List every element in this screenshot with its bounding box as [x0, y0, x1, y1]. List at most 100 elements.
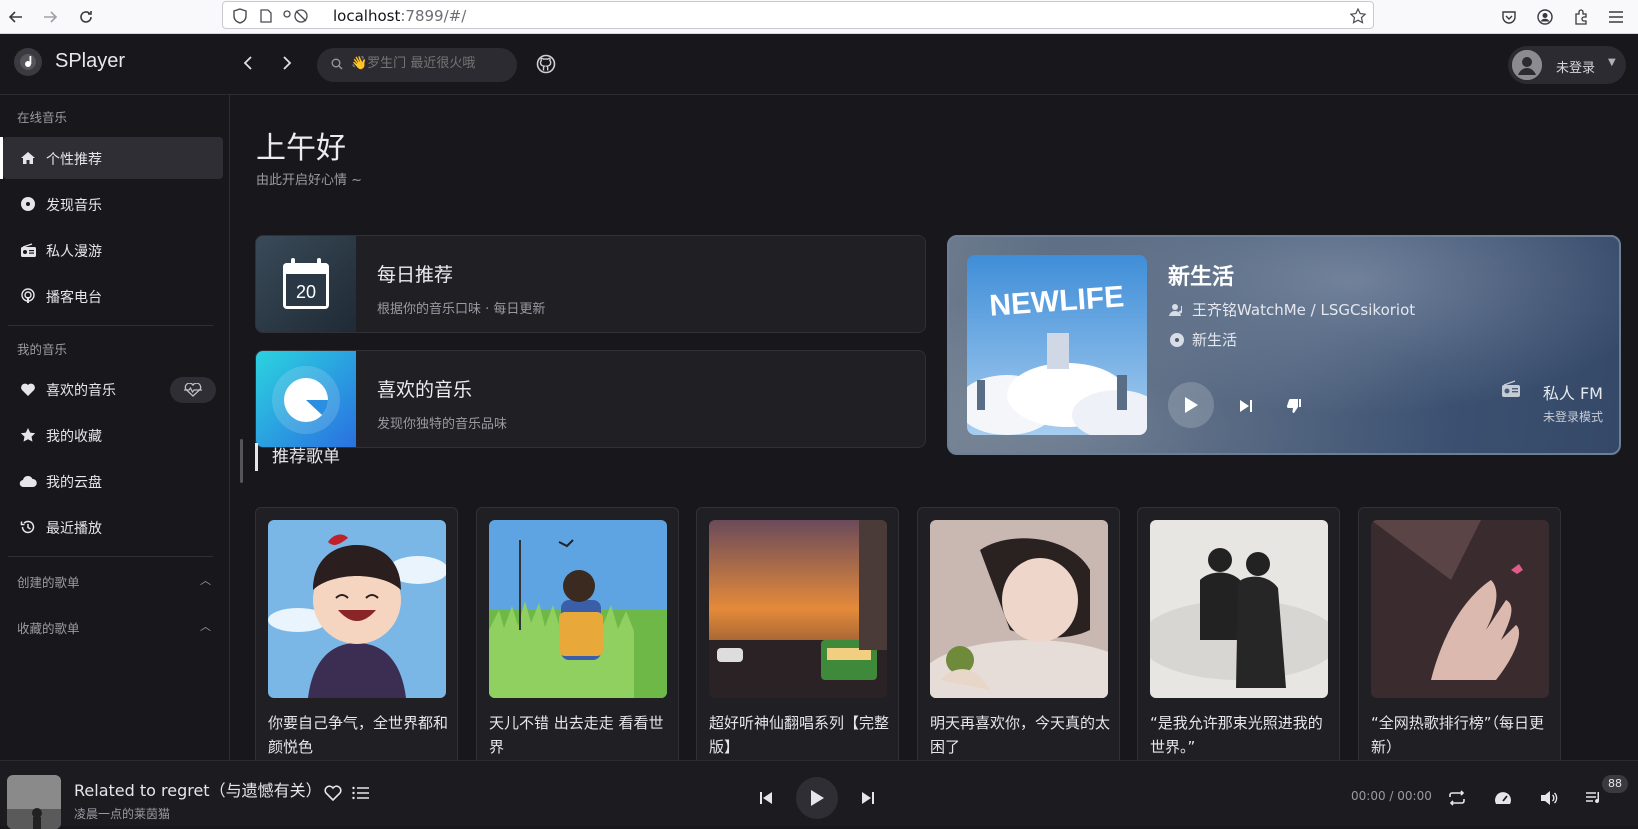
sidebar-item-label: 发现音乐: [46, 198, 102, 214]
extensions-icon[interactable]: [1569, 5, 1593, 29]
playlist-cover[interactable]: [1371, 520, 1549, 698]
sidebar-item-liked[interactable]: 喜欢的音乐: [3, 368, 223, 410]
playlist-title[interactable]: 明天再喜欢你，今天真的太困了: [930, 711, 1110, 759]
playlist-card[interactable]: 天儿不错 出去走走 看看世界: [476, 507, 679, 760]
sidebar-section-my: 我的音乐: [17, 342, 68, 357]
playlist-cover[interactable]: [930, 520, 1108, 698]
shield-icon[interactable]: [231, 7, 249, 25]
chevron-up-icon[interactable]: ︿: [200, 572, 211, 588]
sidebar-item-discover[interactable]: 发现音乐: [3, 183, 223, 225]
search-icon: [331, 58, 343, 73]
playlist-title[interactable]: 超好听神仙翻唱系列【完整版】: [709, 711, 889, 759]
radio-icon: [19, 241, 37, 259]
heart-icon[interactable]: [321, 781, 345, 805]
sidebar-item-label: 个性推荐: [46, 152, 102, 168]
next-button[interactable]: [856, 786, 880, 810]
now-playing-artist[interactable]: 凌晨一点的莱茵猫: [74, 805, 170, 822]
browser-reload-button[interactable]: [74, 5, 98, 29]
repeat-icon[interactable]: [1445, 786, 1469, 810]
sidebar-item-label: 最近播放: [46, 521, 102, 537]
playlist-card[interactable]: 明天再喜欢你，今天真的太困了: [917, 507, 1120, 760]
playlist-cover[interactable]: [1150, 520, 1328, 698]
search-box[interactable]: [317, 48, 517, 82]
fm-song-title[interactable]: 新生活: [1168, 259, 1234, 291]
private-fm-card[interactable]: NEWLIFE 新生活 王齐铭WatchMe / LSGCsikoriot 新生…: [947, 235, 1621, 455]
user-menu[interactable]: 未登录 ▼: [1508, 46, 1626, 84]
pocket-icon[interactable]: [1497, 5, 1521, 29]
fm-album-cover[interactable]: NEWLIFE: [967, 255, 1147, 435]
sidebar-item-label: 我的云盘: [46, 475, 102, 491]
playlist-cover[interactable]: [709, 520, 887, 698]
sidebar: 在线音乐 个性推荐 发现音乐 私人漫游 播客电台 我的音乐 喜欢的音乐 我的收藏: [0, 95, 230, 760]
sidebar-item-recent[interactable]: 最近播放: [3, 506, 223, 548]
sidebar-section-online: 在线音乐: [17, 110, 68, 125]
now-playing-cover[interactable]: [7, 775, 61, 829]
heartbeat-mode-button[interactable]: [170, 377, 216, 403]
fm-play-button[interactable]: [1168, 382, 1214, 428]
home-icon: [19, 149, 37, 167]
playlist-cover[interactable]: [268, 520, 446, 698]
collected-playlists-toggle[interactable]: 收藏的歌单: [17, 618, 80, 637]
main-content: 上午好 由此开启好心情 ~ 20 每日推荐 根据你的音乐口味 · 每日更新 喜欢…: [230, 95, 1638, 760]
volume-icon[interactable]: [1537, 786, 1561, 810]
sidebar-item-cloud[interactable]: 我的云盘: [3, 460, 223, 502]
card-description: 根据你的音乐口味 · 每日更新: [377, 302, 546, 317]
app-name: SPlayer: [55, 50, 126, 72]
daily-recommend-card[interactable]: 20 每日推荐 根据你的音乐口味 · 每日更新: [255, 235, 926, 333]
playlist-title[interactable]: “是我允许那束光照进我的世界。”: [1150, 711, 1330, 759]
playlist-title[interactable]: 天儿不错 出去走走 看看世界: [489, 711, 669, 759]
fm-artist[interactable]: 王齐铭WatchMe / LSGCsikoriot: [1192, 299, 1415, 320]
playlist-card[interactable]: 超好听神仙翻唱系列【完整版】: [696, 507, 899, 760]
playlist-cover[interactable]: [489, 520, 667, 698]
chevron-down-icon: ▼: [1608, 57, 1616, 68]
playlist-title[interactable]: “全网热歌排行榜”（每日更新）: [1371, 711, 1551, 759]
liked-music-cover-icon: [256, 351, 356, 447]
sidebar-item-label: 播客电台: [46, 290, 102, 306]
playlist-card[interactable]: “全网热歌排行榜”（每日更新）: [1358, 507, 1561, 760]
history-icon: [19, 518, 37, 536]
previous-button[interactable]: [754, 786, 778, 810]
chevron-up-icon[interactable]: ︿: [200, 618, 211, 634]
search-input[interactable]: [351, 56, 501, 71]
playlist-title[interactable]: 你要自己争气，全世界都和颜悦色: [268, 711, 448, 759]
account-icon[interactable]: [1533, 5, 1557, 29]
fm-album[interactable]: 新生活: [1192, 329, 1237, 350]
app-window: SPlayer 未登录 ▼ 在线音乐 个性推荐: [0, 34, 1638, 760]
back-button[interactable]: [237, 52, 259, 74]
speed-icon[interactable]: [1491, 786, 1515, 810]
sidebar-item-private-roam[interactable]: 私人漫游: [3, 229, 223, 271]
sidebar-item-recommend[interactable]: 个性推荐: [0, 137, 223, 179]
permissions-icon[interactable]: [281, 7, 309, 25]
bookmark-star-icon[interactable]: [1349, 7, 1367, 25]
sidebar-item-podcast[interactable]: 播客电台: [3, 275, 223, 317]
avatar: [1512, 50, 1542, 80]
address-bar[interactable]: localhost:7899/#/: [222, 1, 1374, 29]
calendar-icon: 20: [256, 236, 356, 332]
forward-button[interactable]: [276, 52, 298, 74]
artist-icon: [1168, 301, 1186, 319]
created-playlists-toggle[interactable]: 创建的歌单: [17, 572, 80, 591]
playlist-queue-icon[interactable]: [1582, 786, 1606, 810]
menu-icon[interactable]: [1604, 5, 1628, 29]
queue-count-badge: 88: [1602, 775, 1628, 793]
thumbs-down-icon[interactable]: [1282, 394, 1306, 418]
github-icon[interactable]: [536, 54, 556, 74]
play-button[interactable]: [796, 777, 838, 819]
svg-text:20: 20: [296, 282, 316, 302]
playlist-card[interactable]: 你要自己争气，全世界都和颜悦色: [255, 507, 458, 760]
playlist-card[interactable]: “是我允许那束光照进我的世界。”: [1137, 507, 1340, 760]
page-icon: [257, 7, 275, 25]
now-playing-title[interactable]: Related to regret（与遗憾有关）: [74, 777, 322, 801]
add-to-playlist-icon[interactable]: [349, 781, 373, 805]
card-description: 发现你独特的音乐品味: [377, 417, 508, 432]
url-text[interactable]: localhost:7899/#/: [333, 7, 466, 25]
fm-next-button[interactable]: [1234, 394, 1258, 418]
browser-forward-button[interactable]: [38, 5, 62, 29]
sidebar-item-collection[interactable]: 我的收藏: [3, 414, 223, 456]
browser-back-button[interactable]: [4, 5, 28, 29]
card-title: 每日推荐: [377, 264, 454, 286]
greeting-subtitle: 由此开启好心情 ~: [256, 173, 363, 188]
sidebar-item-label: 喜欢的音乐: [46, 383, 116, 399]
liked-music-card[interactable]: 喜欢的音乐 发现你独特的音乐品味: [255, 350, 926, 448]
sidebar-divider: [8, 556, 213, 557]
